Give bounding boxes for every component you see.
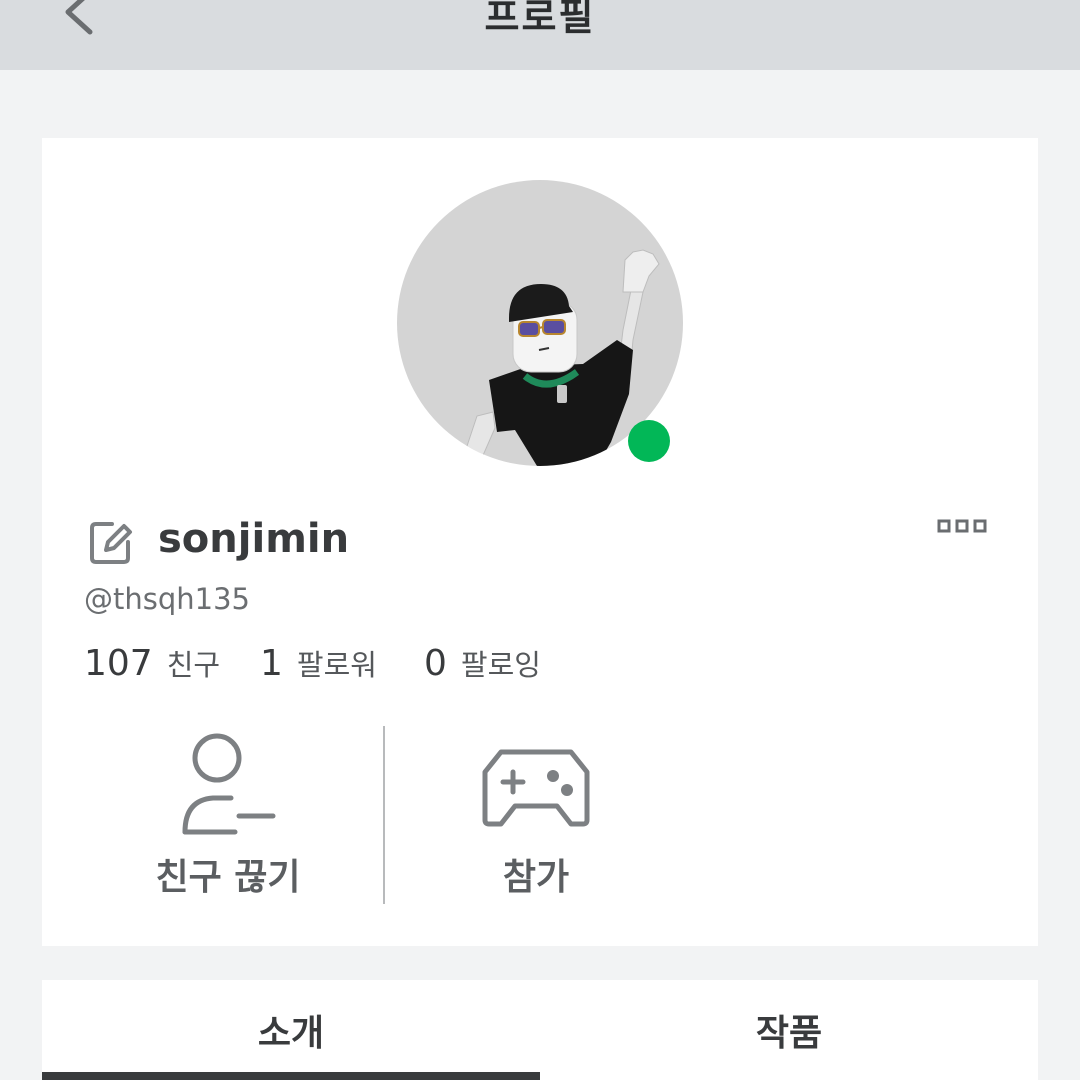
friends-count: 107 [84,643,153,684]
unfriend-label: 친구 끊기 [155,857,301,898]
join-game-button[interactable]: 참가 [416,728,656,918]
unfriend-button[interactable]: 친구 끊기 [108,728,348,918]
edit-icon [90,522,132,564]
page-title: 프로필 [484,0,596,39]
more-options-button[interactable] [936,516,990,540]
following-count: 0 [424,643,447,684]
join-label: 참가 [502,857,570,898]
selected-tab-indicator [42,1072,540,1080]
edit-name-button[interactable] [86,516,136,566]
followers-label: 팔로워 [296,648,377,682]
friends-label: 친구 [166,648,221,682]
tab-about[interactable]: 소개 [42,980,540,1080]
tab-creations[interactable]: 작품 [540,980,1038,1080]
more-icon [937,519,987,533]
followers-stat[interactable]: 1 팔로워 [260,642,377,684]
following-label: 팔로잉 [460,648,541,682]
top-bar: 프로필 [0,0,1080,70]
tab-creations-label: 작품 [755,1013,823,1054]
username-handle: @thsqh135 [84,582,250,616]
unfriend-icon [182,733,276,835]
followers-count: 1 [260,643,283,684]
profile-tabs: 소개 작품 [42,980,1038,1080]
friends-stat[interactable]: 107 친구 [84,642,220,684]
online-status-dot [628,420,670,462]
display-name: sonjimin [158,516,350,562]
tab-about-label: 소개 [257,1013,325,1054]
actions-divider [383,726,385,904]
gamepad-icon [482,749,590,827]
profile-card: sonjimin @thsqh135 107 친구 1 팔로워 0 팔로잉 친구 끊기 [42,138,1038,946]
following-stat[interactable]: 0 팔로잉 [424,642,541,684]
